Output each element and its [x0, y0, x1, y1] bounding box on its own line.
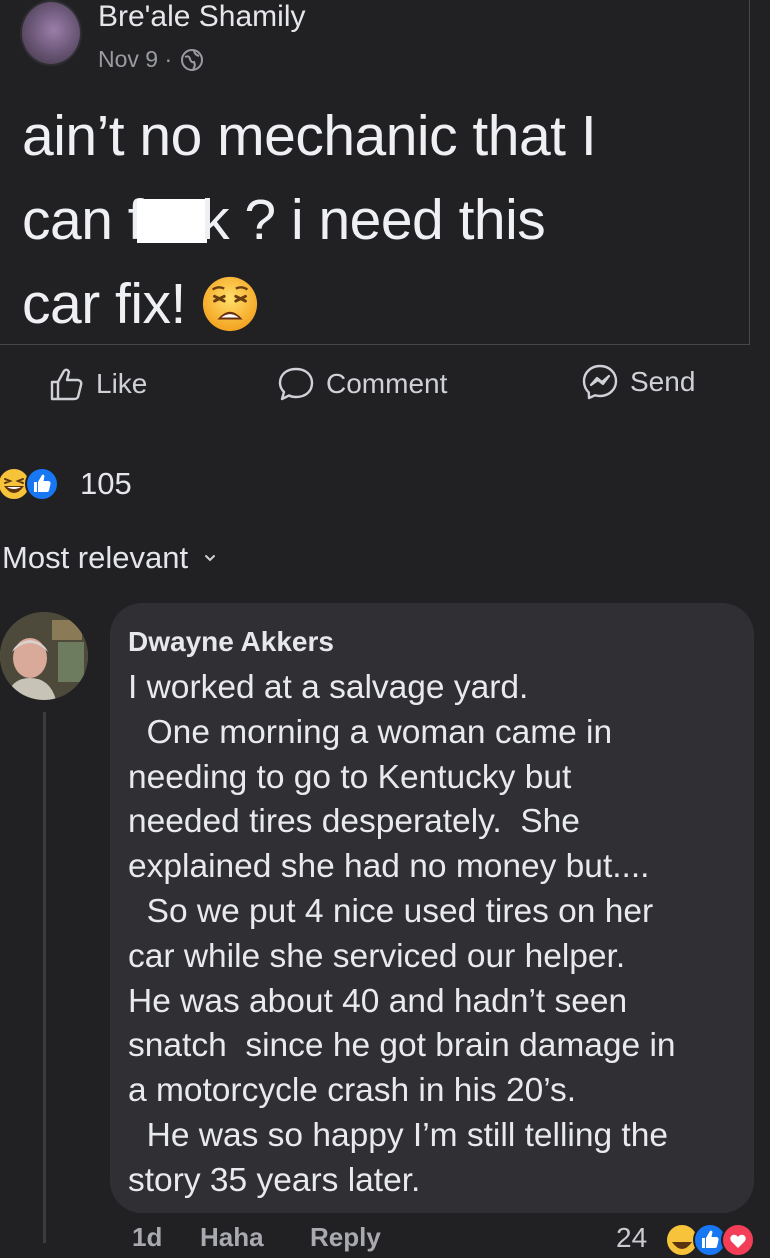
sort-label: Most relevant [2, 540, 189, 575]
censor-box [137, 199, 208, 243]
send-label: Send [630, 366, 696, 397]
post-text-line-3: car fix! [22, 262, 742, 346]
messenger-icon [582, 364, 618, 400]
post-text: ain’t no mechanic that I can f k ? i need… [22, 94, 742, 346]
post-date[interactable]: Nov 9 · [98, 46, 172, 73]
post-text-line-3a: car fix! [22, 272, 186, 336]
comment-thread-line [43, 712, 46, 1243]
comment-footer: 1d Haha Reply 24 [0, 1222, 770, 1257]
post-author-avatar[interactable] [20, 0, 82, 66]
comment-reaction-icons[interactable] [664, 1222, 770, 1258]
post-text-line-2b: k ? i need this [201, 188, 546, 252]
comment-sort-dropdown[interactable]: Most relevant [2, 540, 218, 576]
comment-haha-button[interactable]: Haha [200, 1222, 264, 1253]
commenter-photo [0, 612, 88, 700]
post-meta: Nov 9 · [98, 46, 204, 73]
post-text-line-1: ain’t no mechanic that I [22, 104, 597, 168]
reaction-count: 105 [80, 466, 132, 501]
chevron-down-icon [205, 555, 216, 562]
comment-author-name[interactable]: Dwayne Akkers [128, 626, 334, 658]
like-button[interactable]: Like [46, 364, 147, 404]
comment-reply-button[interactable]: Reply [310, 1222, 381, 1253]
commenter-avatar[interactable] [0, 612, 88, 700]
globe-icon [181, 48, 204, 71]
reaction-icons [0, 466, 62, 502]
post-author-name[interactable]: Bre'ale Shamily [98, 0, 305, 34]
comment-text: I worked at a salvage yard. One morning … [128, 669, 676, 1199]
comment-reaction-count: 24 [616, 1222, 648, 1253]
post-text-line-2: can f k ? i need this [22, 178, 742, 262]
love-icon [721, 1223, 755, 1257]
comment-bubble-icon [278, 367, 314, 401]
post-action-bar: Like Comment Send [0, 364, 770, 424]
comment-time[interactable]: 1d [132, 1222, 162, 1253]
weary-face-emoji [203, 276, 258, 332]
comment-button[interactable]: Comment [276, 364, 447, 404]
reaction-summary[interactable]: 105 [0, 466, 132, 502]
post-text-line-2a: can f [22, 188, 144, 252]
comment-label: Comment [326, 368, 448, 399]
send-button[interactable]: Send [580, 362, 695, 402]
like-icon [25, 467, 59, 501]
thumbs-up-icon [50, 368, 83, 401]
like-label: Like [96, 368, 148, 399]
